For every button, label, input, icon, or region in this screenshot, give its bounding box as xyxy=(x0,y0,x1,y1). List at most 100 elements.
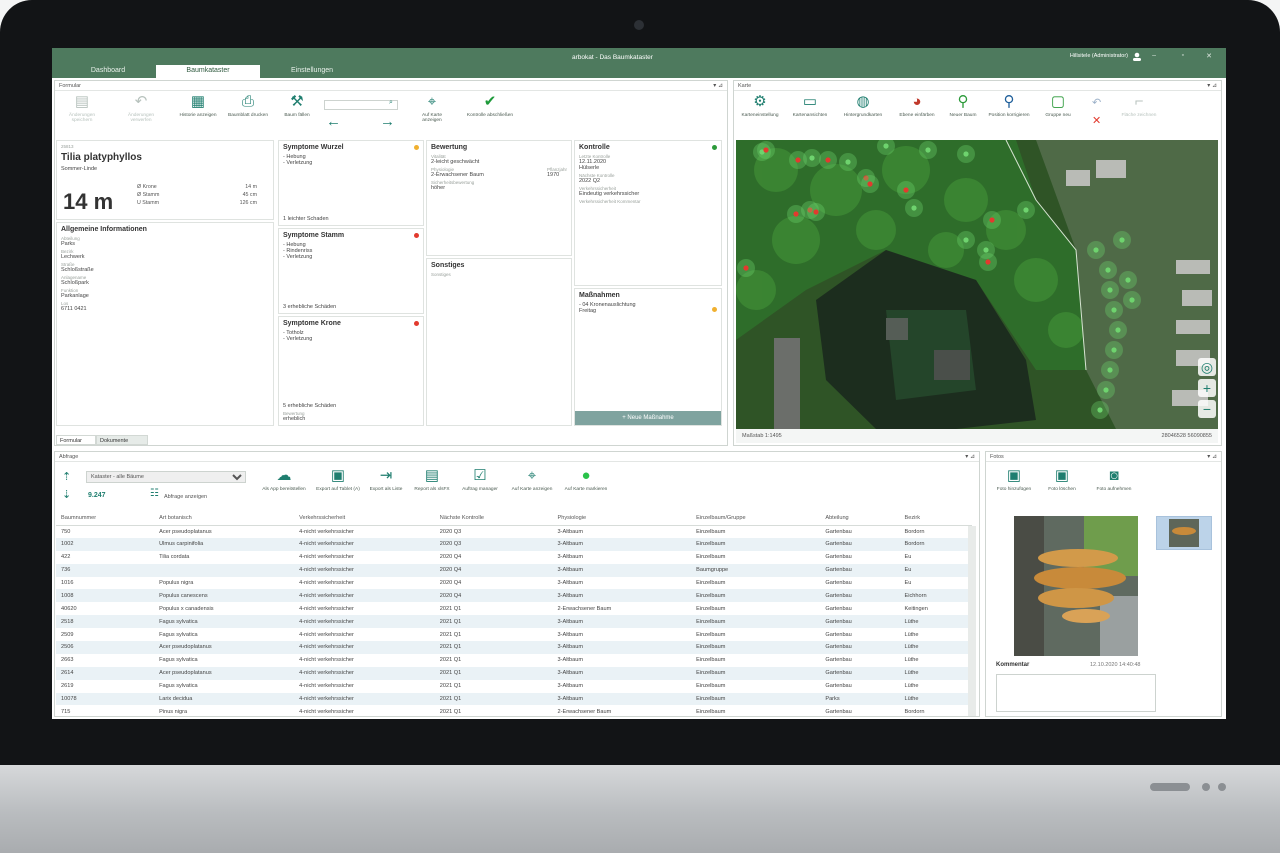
history-button[interactable]: ▦ Historie anzeigen xyxy=(178,94,218,119)
table-row[interactable]: 1016 Populus nigra 4-nicht verkehrssicher 2… xyxy=(56,577,972,590)
tree-marker[interactable] xyxy=(963,237,969,243)
trunk-symptom-card[interactable]: Symptome Stamm - Hebung - Rindenriss - V… xyxy=(278,228,424,314)
tree-marker[interactable] xyxy=(743,265,749,271)
table-row[interactable]: 2663 Fagus sylvatica 4-nicht verkehrssiche… xyxy=(56,654,972,667)
tree-marker[interactable] xyxy=(867,181,873,187)
tree-photo[interactable] xyxy=(1014,516,1138,656)
crown-symptom-card[interactable]: Symptome Krone - Totholz - Verletzung 5 … xyxy=(278,316,424,426)
tree-marker[interactable] xyxy=(985,259,991,265)
show-queries-link[interactable]: Abfrage anzeigen xyxy=(164,494,207,500)
tree-marker[interactable] xyxy=(1111,347,1117,353)
add-photo-button[interactable]: ▣ Foto hinzufügen xyxy=(994,468,1034,493)
assessment-card[interactable]: Bewertung Vitalität 2-leicht geschwächt P… xyxy=(426,140,572,256)
close-icon[interactable]: ✕ xyxy=(1206,52,1212,60)
measures-card[interactable]: Maßnahmen - 04 Kronenauslichtung Freitag… xyxy=(574,288,722,426)
tree-marker[interactable] xyxy=(989,217,995,223)
column-header[interactable]: Physiologie xyxy=(552,512,692,526)
comment-field[interactable] xyxy=(996,674,1156,712)
export-list-button[interactable]: ⇥ Export als Liste xyxy=(366,468,406,493)
tree-marker[interactable] xyxy=(813,209,819,215)
tree-marker[interactable] xyxy=(925,147,931,153)
new-tree-button[interactable]: ⚲ Neuer Baum xyxy=(946,94,980,119)
tab-baumkataster[interactable]: Baumkataster xyxy=(156,65,260,78)
zoom-out-button[interactable]: − xyxy=(1198,400,1216,418)
table-row[interactable]: 1002 Ulmus carpinifolia 4-nicht verkehrssi… xyxy=(56,537,972,551)
column-header[interactable]: Abteilung xyxy=(820,512,900,526)
table-row[interactable]: 736 4-nicht verkehrssicher 2020 Q4 3-Altbau… xyxy=(56,563,972,577)
tree-marker[interactable] xyxy=(825,157,831,163)
column-header[interactable]: Einzelbaum/Gruppe xyxy=(691,512,821,526)
maximize-icon[interactable]: ▫ xyxy=(1182,52,1184,59)
table-row[interactable]: 2614 Acer pseudoplatanus 4-nicht verkehrss… xyxy=(56,666,972,680)
table-row[interactable]: 2619 Fagus sylvatica 4-nicht verkehrssiche… xyxy=(56,680,972,693)
undo-button[interactable]: ↶ Änderungen verwerfen xyxy=(118,94,164,124)
tree-marker[interactable] xyxy=(1093,247,1099,253)
tree-marker[interactable] xyxy=(845,159,851,165)
search-input[interactable] xyxy=(324,100,398,110)
delete-icon[interactable]: ✕ xyxy=(1092,114,1101,127)
tree-marker[interactable] xyxy=(763,147,769,153)
column-header[interactable]: Baumnummer xyxy=(56,512,155,526)
mark-on-map-button[interactable]: ● Auf Karte markieren xyxy=(562,468,610,493)
table-row[interactable]: 422 Tilia cordata 4-nicht verkehrssicher 20… xyxy=(56,551,972,564)
undo-icon[interactable]: ↶ xyxy=(1092,96,1101,109)
next-arrow-icon[interactable]: → xyxy=(380,113,395,130)
column-header[interactable]: Art botanisch xyxy=(154,512,295,526)
new-measure-button[interactable]: + Neue Maßnahme xyxy=(575,411,721,425)
table-row[interactable]: 1008 Populus canescens 4-nicht verkehrssic… xyxy=(56,589,972,603)
minimize-icon[interactable]: – xyxy=(1152,52,1156,59)
export-tablet-button[interactable]: ▣ Export auf Tablet (A) xyxy=(314,468,362,493)
column-header[interactable]: Nächste Kontrolle xyxy=(434,512,553,526)
column-header[interactable]: Bezirk xyxy=(899,512,972,526)
tree-marker[interactable] xyxy=(1107,367,1113,373)
current-user[interactable]: Hillsitele (Administrator) xyxy=(1070,53,1128,59)
print-button[interactable]: ⎙ Baumblatt drucken xyxy=(228,94,268,119)
report-xls-button[interactable]: ▤ Report als xlsFX xyxy=(412,468,452,493)
new-group-button[interactable]: ▢ Gruppe neu xyxy=(1042,94,1074,119)
column-header[interactable]: Verkehrssicherheit xyxy=(294,512,435,526)
roots-symptom-card[interactable]: Symptome Wurzel - Hebung - Verletzung 1 … xyxy=(278,140,424,226)
panel-pin-icon[interactable]: ▾ ⊿ xyxy=(965,453,975,460)
tree-marker[interactable] xyxy=(911,205,917,211)
locate-icon[interactable]: ◎ xyxy=(1198,358,1216,376)
tree-marker[interactable] xyxy=(1105,267,1111,273)
show-on-map-button[interactable]: ⌖ Auf Karte anzeigen xyxy=(510,468,554,493)
form-subtab-dokumente[interactable]: Dokumente xyxy=(96,435,148,445)
other-card[interactable]: Sonstiges Sonstiges xyxy=(426,258,572,426)
background-maps-button[interactable]: ◍ Hintergrundkarten xyxy=(838,94,888,119)
capture-photo-button[interactable]: ◙ Foto aufnehmen xyxy=(1092,468,1136,493)
tree-marker[interactable] xyxy=(963,151,969,157)
delete-photo-button[interactable]: ▣ Foto löschen xyxy=(1042,468,1082,493)
map-views-button[interactable]: ▭ Kartenansichten xyxy=(790,94,830,119)
publish-app-button[interactable]: ☁ Als App bereitstellen xyxy=(262,468,306,493)
panel-pin-icon[interactable]: ▾ ⊿ xyxy=(1207,453,1217,460)
draw-area-button[interactable]: ⌐ Fläche zeichnen xyxy=(1114,94,1164,119)
sort-icon[interactable]: ⇡ xyxy=(62,470,71,483)
tree-marker[interactable] xyxy=(795,157,801,163)
tree-marker[interactable] xyxy=(903,187,909,193)
tree-marker[interactable] xyxy=(1103,387,1109,393)
tree-marker[interactable] xyxy=(1125,277,1131,283)
complete-check-button[interactable]: ✔ Kontrolle abschließen xyxy=(466,94,514,119)
tree-marker[interactable] xyxy=(983,247,989,253)
user-icon[interactable] xyxy=(1132,52,1142,61)
tree-marker[interactable] xyxy=(1119,237,1125,243)
correct-position-button[interactable]: ⚲ Position korrigieren xyxy=(986,94,1032,119)
sort-icon[interactable]: ⇣ xyxy=(62,488,71,501)
table-row[interactable]: 10078 Larix decidua 4-nicht verkehrssicher… xyxy=(56,692,972,706)
tree-marker[interactable] xyxy=(793,211,799,217)
tree-marker[interactable] xyxy=(1107,287,1113,293)
table-row[interactable]: 750 Acer pseudoplatanus 4-nicht verkehrssi… xyxy=(56,525,972,538)
tree-marker[interactable] xyxy=(809,155,815,161)
tree-marker[interactable] xyxy=(883,143,889,149)
tree-marker[interactable] xyxy=(1129,297,1135,303)
tab-dashboard[interactable]: Dashboard xyxy=(60,65,156,78)
previous-arrow-icon[interactable]: ← xyxy=(326,113,341,130)
control-card[interactable]: Kontrolle Letzte Kontrolle 12.11.2020 Hüls… xyxy=(574,140,722,286)
tree-marker[interactable] xyxy=(1111,307,1117,313)
job-manager-button[interactable]: ☑ Auftrag manager xyxy=(458,468,502,493)
query-select[interactable]: Kataster - alle Bäume xyxy=(86,471,246,483)
zoom-in-button[interactable]: + xyxy=(1198,379,1216,397)
vertical-scrollbar[interactable] xyxy=(968,526,976,716)
table-row[interactable]: 40620 Populus x canadensis 4-nicht verkehr… xyxy=(56,602,972,615)
